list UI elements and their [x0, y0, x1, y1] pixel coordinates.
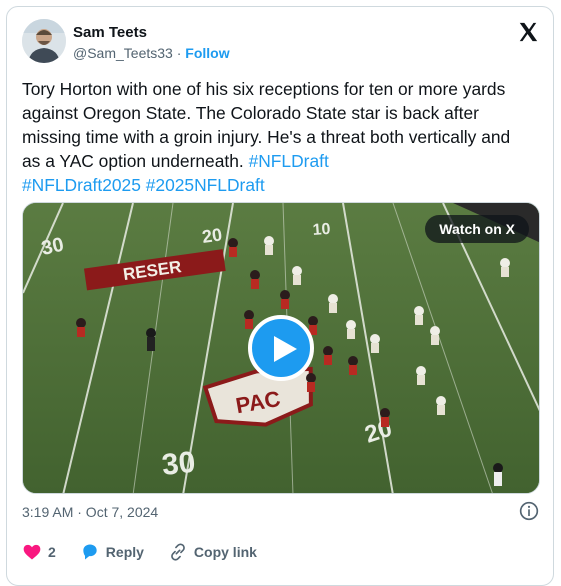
x-logo-icon[interactable] [517, 21, 539, 43]
watch-on-x-button[interactable]: Watch on X [425, 215, 529, 243]
copy-link-label: Copy link [193, 544, 257, 560]
tweet-card: Sam Teets @Sam_Teets33 · Follow Tory Hor… [6, 6, 554, 586]
author-name[interactable]: Sam Teets [73, 24, 147, 41]
avatar[interactable] [22, 19, 66, 63]
separator: · [176, 45, 182, 61]
tweet-timestamp[interactable]: 3:19 AM · Oct 7, 2024 [22, 504, 158, 520]
action-bar: 2 Reply Copy link [22, 542, 281, 562]
handle-row: @Sam_Teets33 · Follow [73, 45, 230, 61]
follow-button[interactable]: Follow [185, 45, 229, 61]
play-icon [274, 336, 297, 362]
play-button[interactable] [248, 315, 314, 381]
field-number: 20 [201, 224, 224, 247]
field-number: 10 [312, 221, 331, 239]
copy-link-button[interactable]: Copy link [168, 542, 257, 562]
hashtag-2025nfldraft[interactable]: #2025NFLDraft [146, 175, 265, 195]
link-icon [171, 543, 185, 561]
field-number: 30 [160, 446, 197, 482]
tweet-text: Tory Horton with one of his six receptio… [22, 77, 532, 197]
info-icon[interactable] [519, 501, 539, 521]
reply-label: Reply [105, 544, 144, 560]
author-handle[interactable]: @Sam_Teets33 [73, 45, 173, 61]
field-number: 30 [39, 234, 65, 260]
reply-icon [83, 544, 97, 560]
hashtag-nfldraft2025[interactable]: #NFLDraft2025 [22, 175, 141, 195]
like-count: 2 [48, 544, 56, 560]
hashtag-nfldraft[interactable]: #NFLDraft [249, 151, 329, 171]
video-player[interactable]: 30 20 10 30 20 RESER PAC Watch on X [22, 202, 540, 494]
like-button[interactable]: 2 [22, 542, 56, 562]
reply-button[interactable]: Reply [80, 542, 144, 562]
heart-icon [23, 544, 41, 560]
